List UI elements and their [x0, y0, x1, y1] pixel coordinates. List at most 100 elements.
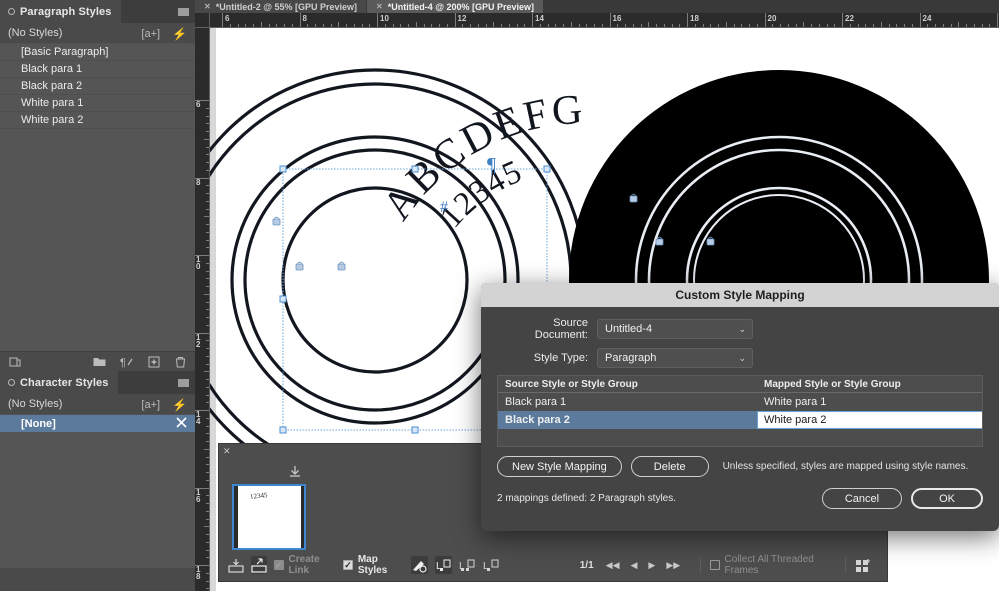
quick-apply-icon[interactable]: ⚡: [172, 399, 187, 411]
list-item[interactable]: White para 1: [0, 95, 195, 112]
list-item-none[interactable]: [None]: [0, 415, 195, 432]
page-thumbnail[interactable]: 12345: [232, 484, 306, 550]
style-mode-badge[interactable]: [a+]: [141, 399, 160, 411]
custom-style-mapping-icon[interactable]: [411, 556, 428, 574]
paragraph-styles-list[interactable]: [Basic Paragraph] Black para 1 Black par…: [0, 44, 195, 351]
style-mapping-table[interactable]: Source Style or Style Group Mapped Style…: [497, 375, 983, 447]
close-icon[interactable]: ✕: [204, 2, 211, 11]
column-header-mapped: Mapped Style or Style Group: [757, 379, 982, 390]
document-tab-bar[interactable]: ✕ *Untitled-2 @ 55% [GPU Preview] ✕ *Unt…: [195, 0, 999, 13]
list-item[interactable]: White para 2: [0, 112, 195, 129]
ruler-tick: [687, 13, 688, 27]
style-mode-badge[interactable]: [a+]: [141, 28, 160, 40]
quick-apply-icon[interactable]: ⚡: [172, 28, 187, 40]
tab-character-styles[interactable]: Character Styles: [0, 371, 118, 394]
ruler-tick: [772, 24, 773, 27]
clear-attributes-icon[interactable]: [176, 417, 187, 431]
mappings-summary: 2 mappings defined: 2 Paragraph styles.: [497, 493, 822, 504]
clear-overrides-icon[interactable]: [8, 355, 21, 368]
ruler-tick: [648, 22, 649, 27]
list-item[interactable]: Black para 2: [0, 78, 195, 95]
delete-button[interactable]: Delete: [631, 456, 709, 477]
new-style-group-icon[interactable]: [93, 355, 106, 368]
grid-options-icon[interactable]: [855, 556, 871, 574]
ruler-tick: [206, 162, 209, 163]
list-item[interactable]: Black para 1: [0, 61, 195, 78]
ruler-tick: [204, 139, 209, 140]
ruler-tick: [206, 271, 209, 272]
ruler-tick: [393, 24, 394, 27]
svg-text:¶: ¶: [120, 357, 126, 368]
map-styles-label: Map Styles: [358, 554, 397, 576]
ruler-tick: [276, 24, 277, 27]
paragraph-styles-tabbar[interactable]: Paragraph Styles: [0, 0, 195, 23]
horizontal-ruler[interactable]: 68101214161820222426: [210, 13, 999, 28]
list-empty-area[interactable]: [0, 432, 195, 568]
close-icon[interactable]: ✕: [223, 446, 231, 457]
next-page-button[interactable]: ▶: [648, 560, 655, 571]
list-empty-area[interactable]: [0, 129, 195, 351]
tab-paragraph-styles[interactable]: Paragraph Styles: [0, 0, 121, 23]
ruler-tick: [416, 22, 417, 27]
panel-menu-icon[interactable]: [178, 8, 189, 16]
source-document-select[interactable]: Untitled-4 ⌄: [597, 319, 753, 339]
first-page-button[interactable]: ◀◀: [606, 560, 620, 571]
paragraph-styles-subhead: (No Styles) [a+] ⚡: [0, 23, 195, 44]
ruler-tick: [633, 24, 634, 27]
table-row[interactable]: Black para 2 White para 2: [498, 411, 982, 429]
document-tab-0[interactable]: ✕ *Untitled-2 @ 55% [GPU Preview]: [195, 0, 367, 13]
checkbox-icon[interactable]: ✓: [343, 560, 353, 570]
ruler-origin-corner[interactable]: [195, 13, 210, 28]
previous-page-button[interactable]: ◀: [631, 560, 638, 571]
checkbox-icon[interactable]: ✓: [710, 560, 720, 570]
ruler-tick: [206, 356, 209, 357]
ruler-tick: [354, 24, 355, 27]
current-style-label: (No Styles): [8, 27, 62, 39]
close-icon[interactable]: ✕: [376, 2, 383, 11]
ruler-tick: [896, 24, 897, 27]
ruler-tick: [206, 395, 209, 396]
delete-icon[interactable]: [174, 355, 187, 368]
checkbox-icon[interactable]: ✓: [274, 560, 284, 570]
cell-mapped[interactable]: White para 1: [757, 396, 982, 408]
ruler-tick: [206, 154, 209, 155]
new-style-mapping-button[interactable]: New Style Mapping: [497, 456, 622, 477]
collapse-icon[interactable]: [8, 379, 15, 386]
collect-frames-checkbox[interactable]: ✓ Collect All Threaded Frames: [710, 554, 822, 576]
ruler-tick: [579, 24, 580, 27]
ruler-tick: [206, 147, 209, 148]
new-style-icon[interactable]: [147, 355, 160, 368]
character-styles-tabbar[interactable]: Character Styles: [0, 371, 195, 394]
table-row[interactable]: Black para 1 White para 1: [498, 393, 982, 411]
chevron-down-icon[interactable]: ⌄: [738, 353, 746, 364]
cancel-button[interactable]: Cancel: [822, 488, 902, 509]
align-left-frame-icon[interactable]: L: [435, 556, 452, 574]
last-page-button[interactable]: ▶▶: [666, 560, 680, 571]
ok-button[interactable]: OK: [911, 488, 983, 509]
ruler-tick: [532, 13, 533, 27]
align-center-frame-icon[interactable]: L: [459, 556, 476, 574]
place-text-in-icon[interactable]: [228, 556, 244, 574]
create-link-checkbox[interactable]: ✓ Create Link: [274, 554, 329, 576]
document-tab-1[interactable]: ✕ *Untitled-4 @ 200% [GPU Preview]: [367, 0, 544, 13]
paragraph-mark-icon[interactable]: ¶: [120, 355, 133, 368]
style-type-select[interactable]: Paragraph ⌄: [597, 348, 753, 368]
chevron-down-icon[interactable]: ⌄: [738, 324, 746, 335]
align-right-frame-icon[interactable]: L: [483, 556, 500, 574]
place-text-out-icon[interactable]: [251, 556, 267, 574]
ruler-tick: [796, 24, 797, 27]
collapse-icon[interactable]: [8, 8, 15, 15]
document-tab-label: *Untitled-4 @ 200% [GPU Preview]: [388, 2, 534, 12]
character-styles-list[interactable]: [None]: [0, 415, 195, 568]
map-styles-checkbox[interactable]: ✓ Map Styles: [343, 554, 397, 576]
ruler-tick: [206, 309, 209, 310]
mapped-style-input[interactable]: White para 2: [757, 411, 983, 429]
ruler-tick: [206, 364, 209, 365]
list-item[interactable]: [Basic Paragraph]: [0, 44, 195, 61]
ruler-tick: [206, 263, 209, 264]
vertical-ruler[interactable]: 681012141618: [195, 28, 210, 591]
ruler-tick: [912, 24, 913, 27]
ruler-tick: [206, 588, 209, 589]
ruler-tick: [594, 24, 595, 27]
panel-menu-icon[interactable]: [178, 379, 189, 387]
